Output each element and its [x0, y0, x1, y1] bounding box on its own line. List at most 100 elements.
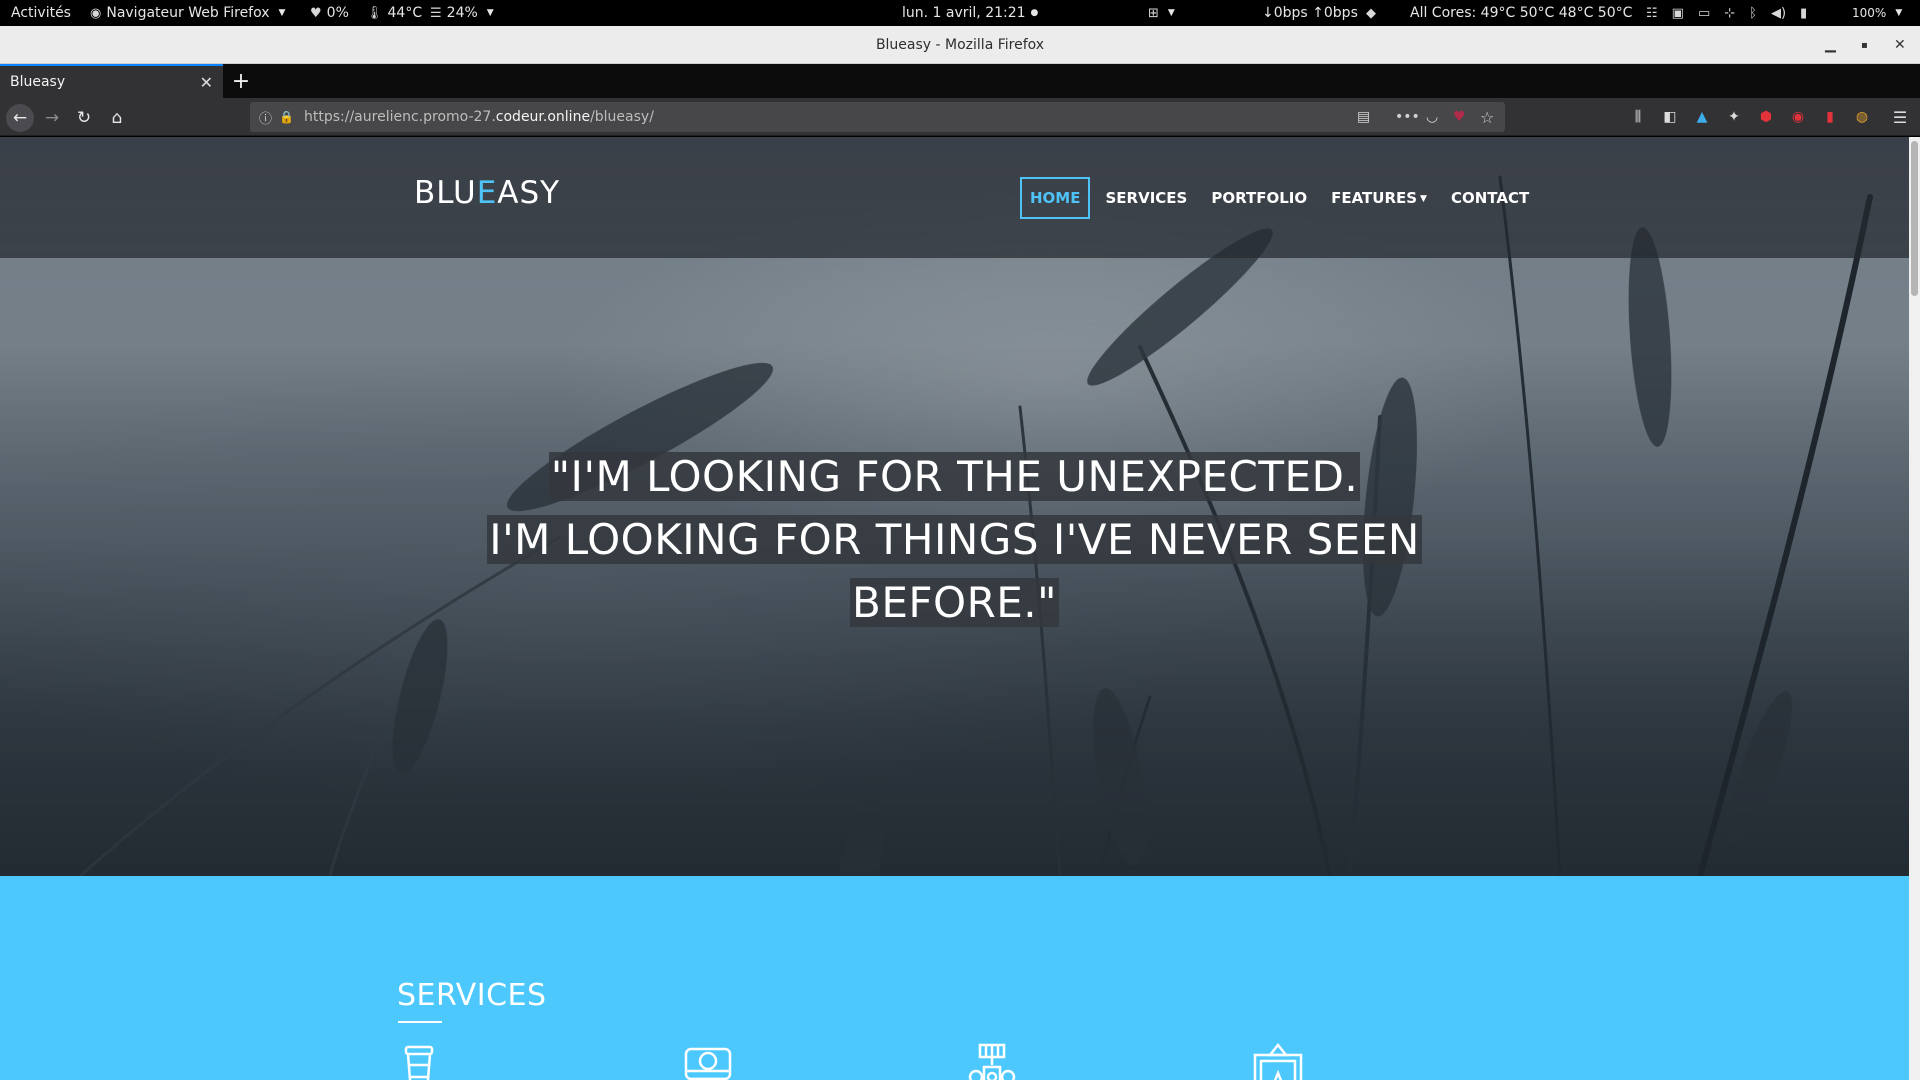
disk-indicator[interactable]: ☰ 24% ▼ [430, 0, 494, 26]
chevron-down-icon: ▼ [1895, 8, 1903, 18]
features-label: FEATURES [1331, 189, 1418, 207]
cpu-value: 0% [326, 5, 349, 21]
tray-icons: ☷ ▣ ▭ ⊹ ᛒ ◀) ▮ [1646, 0, 1807, 26]
network-icon[interactable]: ⊹ [1724, 6, 1735, 21]
star-icon[interactable]: ☆ [1480, 108, 1494, 127]
notification-dot-icon: ● [1030, 8, 1039, 18]
clock-label: lun. 1 avril, 21:21 [902, 5, 1026, 21]
chevron-down-icon: ▼ [486, 8, 494, 18]
screen-icon[interactable]: ▭ [1698, 6, 1710, 21]
database-icon: ☰ [430, 5, 442, 21]
battery-value: 100% [1852, 6, 1887, 20]
cores-indicator[interactable]: All Cores: 49°C 50°C 48°C 50°C [1410, 0, 1632, 26]
maximize-icon: ▪ [1861, 39, 1868, 51]
menu-item-contact[interactable]: CONTACT [1443, 179, 1537, 217]
app-menu-label: Navigateur Web Firefox [106, 5, 270, 21]
volume-icon[interactable]: ◀) [1771, 6, 1786, 21]
minimize-icon: ▁ [1825, 37, 1836, 53]
tab-blueasy[interactable]: Blueasy ✕ [0, 64, 223, 98]
services-title-underline [398, 1021, 442, 1023]
services-section: SERVICES [0, 876, 1909, 1080]
page-scrollbar[interactable] [1909, 137, 1920, 1080]
system-top-bar: Activités ◉ Navigateur Web Firefox ▼ ♥ 0… [0, 0, 1920, 26]
grid-icon: ⊞ [1148, 5, 1159, 21]
workspace-indicator[interactable]: ⊞ ▼ [1148, 0, 1175, 26]
pocket-icon[interactable]: ◡ [1426, 109, 1438, 125]
close-window-button[interactable]: ✕ [1894, 26, 1906, 64]
diamond-indicator[interactable]: ◆ [1366, 0, 1376, 26]
sidebar-icon[interactable]: ◧ [1659, 106, 1681, 128]
home-button[interactable]: ⌂ [103, 104, 131, 132]
logo-part-2: ASY [497, 175, 561, 211]
red-extension-icon[interactable]: ▮ [1819, 106, 1841, 128]
menu-item-features[interactable]: FEATURES ▼ [1323, 179, 1435, 217]
menu-item-portfolio[interactable]: PORTFOLIO [1203, 179, 1315, 217]
chevron-down-icon: ▼ [1167, 8, 1175, 18]
close-icon: ✕ [1894, 37, 1906, 53]
scrollbar-thumb[interactable] [1911, 141, 1918, 296]
color-extension-icon[interactable]: ◍ [1851, 106, 1873, 128]
picture-frame-icon [1253, 1043, 1303, 1080]
page-viewport: BLUEASY HOME SERVICES PORTFOLIO FEATURES… [0, 137, 1909, 1080]
site-logo[interactable]: BLUEASY [414, 175, 560, 211]
url-prefix: https://aurelienc.promo-27. [304, 109, 496, 125]
services-title: SERVICES [397, 978, 547, 1013]
navigation-toolbar: ← → ↻ ⌂ ⓘ 🔒 https://aurelienc.promo-27.c… [0, 98, 1920, 136]
extension-icon[interactable]: ♥ [1453, 109, 1466, 125]
logo-accent: E [476, 175, 498, 211]
coffee-cup-icon [404, 1045, 434, 1080]
home-icon: ⌂ [111, 108, 123, 128]
logo-part-1: BLU [414, 175, 477, 211]
battery-icon[interactable]: ▮ [1800, 6, 1807, 21]
list-icon[interactable]: ☷ [1646, 6, 1658, 21]
notification-extension-icon[interactable]: ▲ [1691, 106, 1713, 128]
puzzle-extension-icon[interactable]: ✦ [1723, 106, 1745, 128]
url-path: /blueasy/ [590, 109, 654, 125]
heart-icon: ♥ [310, 5, 322, 21]
activities-label: Activités [11, 5, 71, 21]
hero-quote: "I'M LOOKING FOR THE UNEXPECTED. I'M LOO… [0, 445, 1909, 634]
reload-icon: ↻ [76, 108, 92, 128]
reader-view-icon[interactable]: ▤ [1357, 109, 1370, 125]
forward-button[interactable]: → [38, 104, 66, 132]
info-icon[interactable]: ⓘ [259, 108, 272, 127]
reload-button[interactable]: ↻ [70, 104, 98, 132]
bluetooth-icon[interactable]: ᛒ [1749, 6, 1757, 21]
hero-section: BLUEASY HOME SERVICES PORTFOLIO FEATURES… [0, 137, 1909, 876]
site-header: BLUEASY HOME SERVICES PORTFOLIO FEATURES… [0, 137, 1909, 258]
menu-item-services[interactable]: SERVICES [1097, 179, 1195, 217]
hamburger-menu-icon[interactable]: ☰ [1889, 106, 1911, 128]
more-icon[interactable]: ••• [1395, 109, 1420, 125]
url-domain: codeur.online [495, 109, 591, 125]
lock-icon[interactable]: 🔒 [279, 110, 294, 124]
diamond-icon: ◆ [1366, 5, 1376, 21]
temp-indicator[interactable]: 🌡 44°C [366, 0, 422, 26]
quote-line-3: BEFORE." [850, 578, 1059, 627]
new-tab-button[interactable]: + [223, 64, 259, 98]
app-menu[interactable]: ◉ Navigateur Web Firefox ▼ [90, 0, 285, 26]
caret-down-icon: ▼ [1420, 193, 1427, 204]
back-button[interactable]: ← [6, 104, 34, 132]
forward-icon: → [44, 108, 60, 128]
terminal-icon[interactable]: ▣ [1672, 6, 1684, 21]
menu-item-home[interactable]: HOME [1020, 177, 1091, 219]
url-bar[interactable]: ⓘ 🔒 https://aurelienc.promo-27.codeur.on… [250, 102, 1505, 132]
plus-icon: + [231, 68, 251, 94]
window-title: Blueasy - Mozilla Firefox [875, 36, 1045, 53]
battery-indicator[interactable]: 100% ▼ [1852, 0, 1902, 26]
cpu-indicator[interactable]: ♥ 0% [310, 0, 349, 26]
ublock-icon[interactable]: ⬢ [1755, 106, 1777, 128]
thermometer-icon: 🌡 [366, 5, 383, 21]
activities-button[interactable]: Activités [11, 0, 71, 26]
net-indicator[interactable]: ↓0bps ↑0bps [1262, 0, 1358, 26]
pocket-extension-icon[interactable]: ◉ [1787, 106, 1809, 128]
camera-icon [684, 1047, 732, 1080]
minimize-button[interactable]: ▁ [1825, 26, 1836, 64]
temp-value: 44°C [387, 5, 423, 21]
quote-line-1: "I'M LOOKING FOR THE UNEXPECTED. [548, 452, 1361, 501]
close-tab-icon[interactable]: ✕ [200, 73, 213, 92]
maximize-button[interactable]: ▪ [1861, 26, 1868, 64]
cores-value: All Cores: 49°C 50°C 48°C 50°C [1410, 5, 1633, 21]
clock[interactable]: lun. 1 avril, 21:21 ● [902, 0, 1038, 26]
library-icon[interactable]: ⫼ [1627, 106, 1649, 128]
